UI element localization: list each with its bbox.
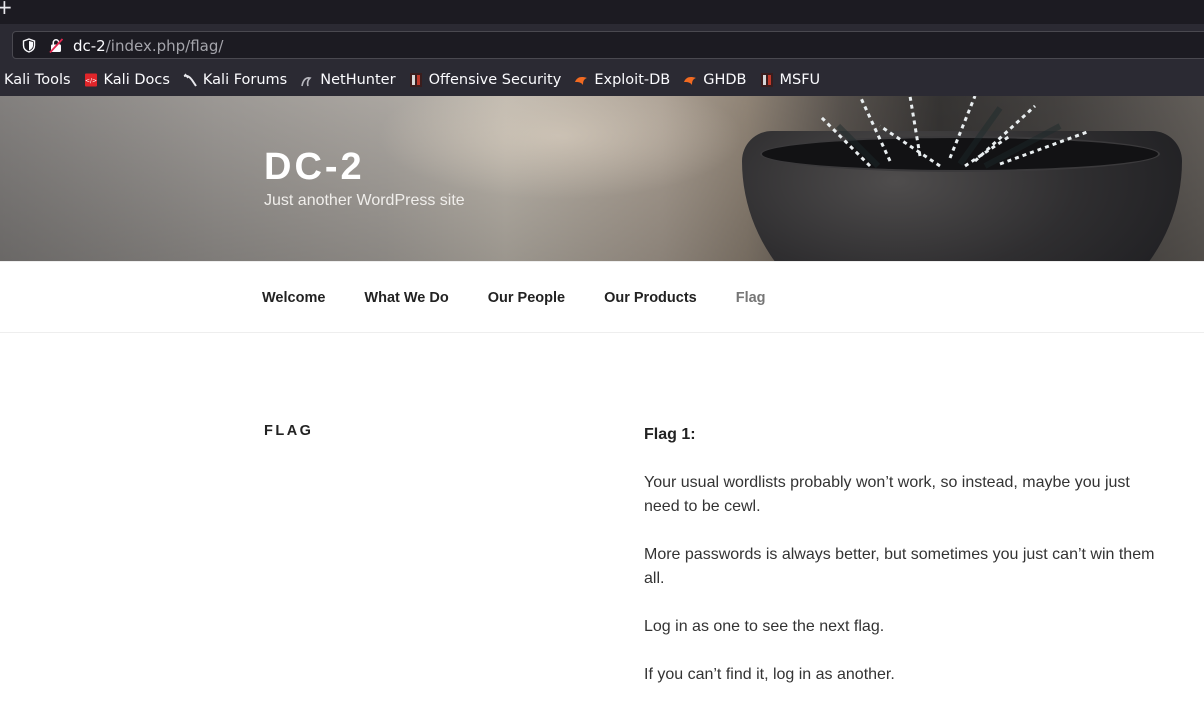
- nethunter-icon: [301, 77, 312, 87]
- url-bar[interactable]: dc-2/index.php/flag/: [12, 31, 1204, 59]
- site-header-image: DC-2 Just another WordPress site: [0, 96, 1204, 261]
- bookmark-kali-docs[interactable]: </> Kali Docs: [84, 68, 170, 92]
- url-host: dc-2: [73, 37, 106, 55]
- shield-icon[interactable]: [22, 38, 36, 53]
- bookmark-label: MSFU: [779, 72, 821, 88]
- bookmark-label: Exploit-DB: [594, 72, 671, 88]
- paragraph-4: If you can’t find it, log in as another.: [644, 666, 895, 683]
- site-title-link[interactable]: DC-2: [264, 146, 365, 189]
- bookmark-label: Kali Forums: [202, 72, 288, 88]
- paragraph-1: Your usual wordlists probably won’t work…: [644, 474, 1130, 515]
- paragraph-3: Log in as one to see the next flag.: [644, 618, 885, 635]
- flag-heading: Flag 1:: [644, 426, 696, 443]
- kali-docs-icon: </>: [84, 73, 97, 87]
- browser-tab-strip: +: [0, 0, 1204, 24]
- nav-item-our-products[interactable]: Our Products: [604, 290, 697, 306]
- bookmark-label: Kali Tools: [4, 72, 71, 88]
- bookmark-offensive-security[interactable]: Offensive Security: [409, 68, 562, 92]
- browser-navigation-bar: dc-2/index.php/flag/: [0, 24, 1204, 64]
- primary-menu: Welcome What We Do Our People Our Produc…: [262, 290, 805, 306]
- bookmark-ghdb[interactable]: GHDB: [683, 68, 747, 92]
- offsec-icon: [409, 73, 422, 87]
- nav-item-what-we-do[interactable]: What We Do: [364, 290, 448, 306]
- site-navigation: Welcome What We Do Our People Our Produc…: [0, 261, 1204, 333]
- succulent-plant-image: [818, 96, 1091, 169]
- insecure-lock-icon[interactable]: [49, 38, 63, 53]
- bookmark-label: Offensive Security: [428, 72, 562, 88]
- url-path: /index.php/flag/: [105, 37, 224, 55]
- site-description: Just another WordPress site: [264, 192, 465, 209]
- kali-forums-icon: [183, 73, 197, 87]
- msfu-icon: [760, 73, 773, 87]
- exploitdb-icon: [575, 77, 588, 85]
- paragraph-2: More passwords is always better, but som…: [644, 546, 1155, 587]
- bookmark-kali-forums[interactable]: Kali Forums: [183, 68, 287, 92]
- bookmarks-toolbar: Kali Tools </> Kali Docs Kali Forums Net…: [0, 64, 1204, 96]
- bookmark-label: Kali Docs: [103, 72, 170, 88]
- bookmark-msfu[interactable]: MSFU: [760, 68, 821, 92]
- bookmark-kali-tools[interactable]: Kali Tools: [4, 68, 71, 92]
- bookmark-label: GHDB: [703, 72, 747, 88]
- svg-text:</>: </>: [84, 78, 96, 85]
- ghdb-icon: [684, 77, 697, 85]
- nav-item-our-people[interactable]: Our People: [488, 290, 565, 306]
- nav-item-flag[interactable]: Flag: [736, 290, 766, 306]
- page-title: Flag: [264, 423, 314, 439]
- entry-content: Flag 1: Your usual wordlists probably wo…: [644, 423, 1164, 711]
- new-tab-button[interactable]: +: [0, 0, 14, 19]
- bookmark-label: NetHunter: [320, 72, 396, 88]
- url-text[interactable]: dc-2/index.php/flag/: [73, 37, 223, 55]
- bookmark-exploit-db[interactable]: Exploit-DB: [574, 68, 670, 92]
- nav-item-welcome[interactable]: Welcome: [262, 290, 325, 306]
- bookmark-nethunter[interactable]: NetHunter: [300, 68, 396, 92]
